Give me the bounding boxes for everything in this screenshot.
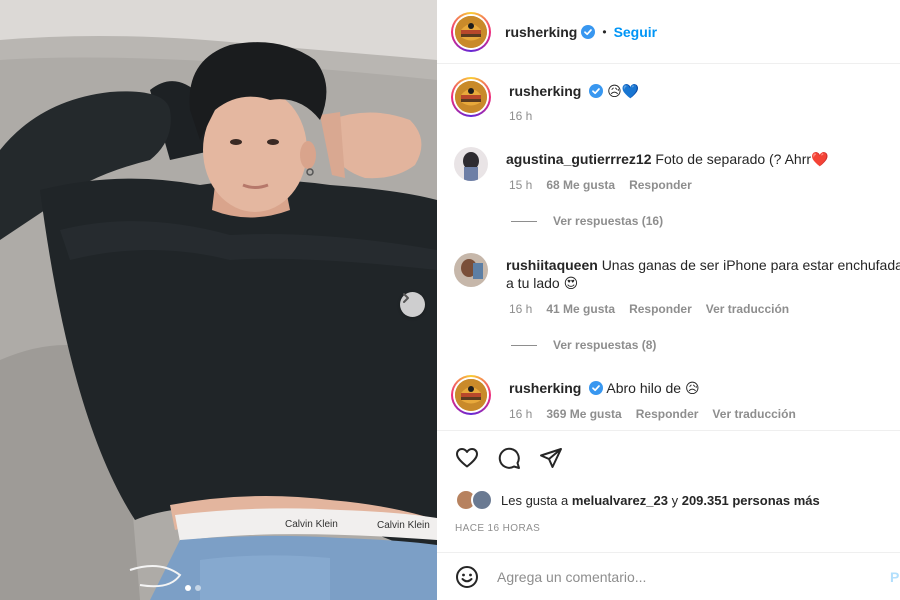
heart-icon [456, 448, 478, 468]
post-side-panel: rusherking • Seguir rusherking 😥💙 16 h a… [437, 0, 900, 600]
likes-prefix: Les gusta a [501, 492, 569, 508]
comment-time-1: 15 h [509, 178, 533, 192]
comment-bubble-icon [498, 447, 520, 469]
commenter-avatar-2[interactable] [454, 253, 488, 287]
commenter-avatar-3[interactable] [451, 375, 491, 415]
share-button[interactable] [539, 446, 563, 470]
view-replies-label-2: Ver respuestas (8) [553, 338, 657, 352]
likes-joiner: y [671, 492, 679, 508]
liker-avatars [455, 489, 495, 511]
avatar-image [455, 379, 487, 411]
smiley-icon[interactable] [455, 565, 479, 589]
comment-row-1: agustina_gutierrrez12 Foto de separado (… [454, 147, 828, 181]
reply-button-2[interactable]: Responder [629, 302, 692, 316]
comment-text-2: Unas ganas de ser iPhone para estar ench… [601, 257, 900, 273]
header-separator: • [602, 24, 607, 39]
author-avatar[interactable] [451, 11, 491, 52]
caption-text: 😥💙 [607, 83, 640, 99]
view-replies-2[interactable]: Ver respuestas (8) [511, 338, 656, 352]
avatar-image [455, 81, 487, 113]
caption-time: 16 h [509, 109, 533, 123]
view-replies-1[interactable]: Ver respuestas (16) [511, 214, 663, 228]
comment-text-2-line2: a tu lado 😍 [506, 275, 579, 291]
paper-plane-icon [540, 448, 562, 468]
liker-avatar-2[interactable] [471, 489, 493, 511]
post-header: rusherking • Seguir [437, 0, 900, 64]
comment-username-3[interactable]: rusherking [509, 380, 581, 396]
waistband-text-2: Calvin Klein [377, 520, 430, 531]
post-timestamp[interactable]: HACE 16 HORAS [455, 523, 540, 534]
replies-divider [511, 220, 537, 222]
post-photo: Calvin Klein Calvin Klein [0, 0, 437, 600]
avatar-image [454, 147, 488, 181]
carousel-dot-1 [185, 585, 191, 591]
comment-button[interactable] [497, 446, 521, 470]
waistband-text-1: Calvin Klein [285, 519, 338, 530]
comment-meta-2: 16 h 41 Me gusta Responder Ver traducció… [509, 302, 789, 316]
likes-others[interactable]: 209.351 personas más [682, 493, 820, 508]
comment-time-2: 16 h [509, 302, 533, 316]
carousel-indicator [185, 585, 201, 591]
photo-illustration: Calvin Klein Calvin Klein [0, 0, 437, 600]
comment-text-1: Foto de separado (? Ahrr❤️ [655, 151, 829, 167]
caption-row: rusherking 😥💙 [451, 77, 639, 117]
like-button[interactable] [455, 446, 479, 470]
comment-meta-1: 15 h 68 Me gusta Responder [509, 178, 692, 192]
verified-badge-icon [589, 84, 604, 98]
translate-button-3[interactable]: Ver traducción [712, 407, 795, 421]
comment-row-2: rushiitaqueen Unas ganas de ser iPhone p… [454, 253, 900, 292]
follow-button[interactable]: Seguir [614, 24, 658, 40]
comment-username-2[interactable]: rushiitaqueen [506, 257, 598, 273]
caption-meta: 16 h [509, 109, 532, 123]
comment-likes-2[interactable]: 41 Me gusta [546, 302, 615, 316]
commenter-avatar-1[interactable] [454, 147, 488, 181]
reply-button-1[interactable]: Responder [629, 178, 692, 192]
likes-first-user[interactable]: melualvarez_23 [572, 493, 668, 508]
post-actions: Les gusta a melualvarez_23 y 209.351 per… [437, 430, 900, 534]
carousel-next-button[interactable] [400, 292, 425, 317]
verified-badge-icon [581, 24, 596, 39]
caption-username[interactable]: rusherking [509, 83, 581, 99]
author-username[interactable]: rusherking [505, 24, 577, 40]
reply-button-3[interactable]: Responder [636, 407, 699, 421]
caption-avatar[interactable] [451, 77, 491, 117]
comment-time-3: 16 h [509, 407, 533, 421]
comment-likes-1[interactable]: 68 Me gusta [546, 178, 615, 192]
likes-summary: Les gusta a melualvarez_23 y 209.351 per… [455, 489, 820, 511]
comment-likes-3[interactable]: 369 Me gusta [546, 407, 621, 421]
publish-button[interactable]: Publicar [890, 569, 900, 585]
avatar-image [454, 253, 488, 287]
translate-button-2[interactable]: Ver traducción [706, 302, 789, 316]
comment-meta-3: 16 h 369 Me gusta Responder Ver traducci… [509, 407, 796, 421]
comment-text-3: Abro hilo de 😥 [606, 380, 700, 396]
carousel-dot-2 [195, 585, 201, 591]
replies-divider [511, 344, 537, 346]
chevron-right-icon [403, 293, 409, 303]
avatar-image [455, 15, 487, 48]
verified-badge-icon [589, 381, 604, 395]
view-replies-label-1: Ver respuestas (16) [553, 214, 664, 228]
comment-username-1[interactable]: agustina_gutierrrez12 [506, 151, 652, 167]
add-comment-bar: Publicar [437, 552, 900, 600]
comment-input[interactable] [497, 564, 877, 589]
comments-list: rusherking 😥💙 16 h agustina_gutierrrez12… [437, 65, 900, 430]
